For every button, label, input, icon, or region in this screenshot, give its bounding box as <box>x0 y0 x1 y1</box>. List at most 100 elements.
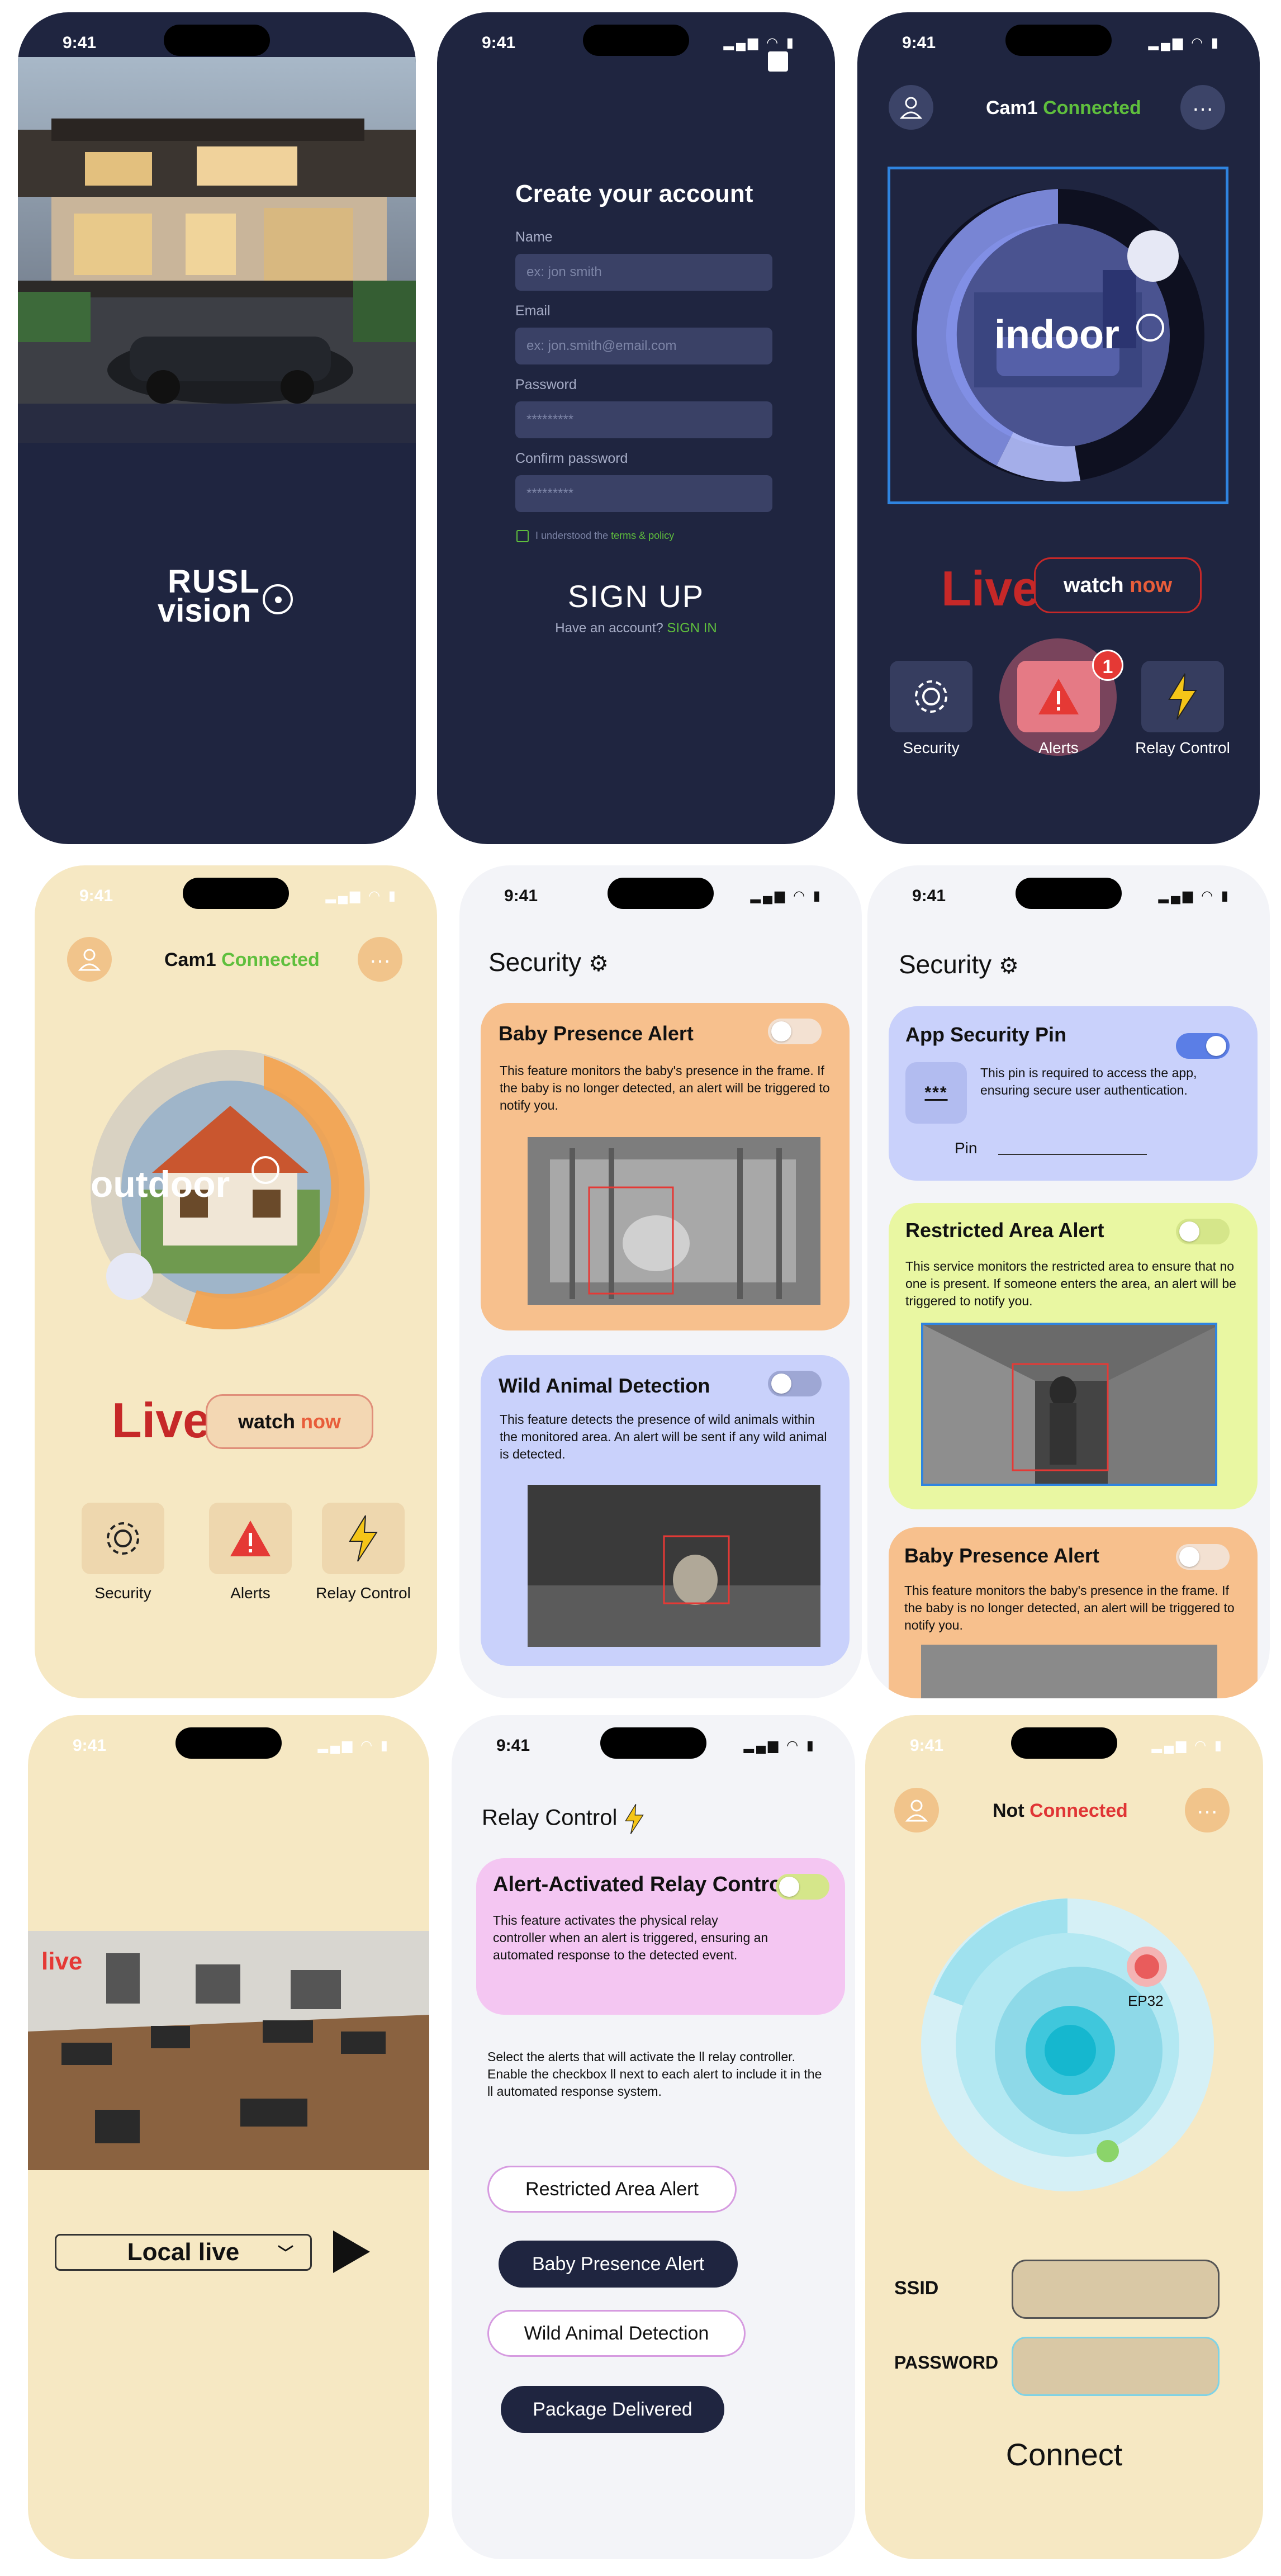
more-options-button[interactable]: … <box>358 937 402 982</box>
ssid-input[interactable] <box>1012 2260 1220 2319</box>
card-description: This feature monitors the baby's presenc… <box>904 1583 1235 1632</box>
baby-presence-toggle[interactable] <box>1176 1544 1230 1570</box>
security-pin-toggle[interactable] <box>1176 1033 1230 1059</box>
password-input[interactable] <box>1012 2337 1220 2396</box>
gear-icon: ⚙ <box>998 954 1019 978</box>
card-title: Restricted Area Alert <box>905 1219 1104 1242</box>
source-select[interactable]: Local live ﹀ <box>55 2234 312 2271</box>
terms-text: I understood the terms & policy <box>535 530 674 542</box>
baby-presence-toggle[interactable] <box>768 1019 822 1044</box>
relay-control-tab-label: Relay Control <box>316 1584 411 1602</box>
watch-now-button[interactable]: watch now <box>1034 557 1202 613</box>
alerts-tab-button[interactable] <box>1017 661 1100 732</box>
connect-button[interactable]: Connect <box>865 2436 1263 2473</box>
signup-button[interactable]: SIGN UP <box>437 578 835 614</box>
status-time: 9:41 <box>63 34 97 52</box>
device-radar: EP32 <box>900 1883 1230 2196</box>
alerts-tab-label: Alerts <box>230 1584 271 1602</box>
terms-link[interactable]: terms & policy <box>611 530 674 541</box>
live-label: Live <box>941 561 1040 616</box>
restricted-area-card: Restricted Area Alert This service monit… <box>889 1203 1258 1509</box>
card-title: Wild Animal Detection <box>499 1374 710 1397</box>
status-bar: 9:41 ▂▄▆ ◠ ▮ <box>28 1715 429 1777</box>
page-title: Relay Control <box>482 1803 646 1835</box>
option-wild-animal-detection[interactable]: Wild Animal Detection <box>487 2310 746 2357</box>
dynamic-island <box>600 1727 706 1759</box>
watch-now-button[interactable]: watch now <box>206 1394 373 1449</box>
security-tab-button[interactable] <box>890 661 972 732</box>
dynamic-island <box>1011 1727 1117 1759</box>
option-restricted-area-alert[interactable]: Restricted Area Alert <box>487 2166 737 2213</box>
connect-device-screen: 9:41 ▂▄▆ ◠ ▮ Not Connected … EP32 SSID P… <box>865 1715 1263 2559</box>
status-bar: 9:41 ▂▄▆ ◠ ▮ <box>459 865 862 927</box>
security-tab-button[interactable] <box>82 1503 164 1574</box>
now-text: now <box>301 1410 341 1433</box>
outdoor-camera-dial[interactable]: outdoor <box>68 1033 404 1346</box>
profile-button[interactable] <box>889 85 933 130</box>
chevron-down-icon: ﹀ <box>277 2244 293 2262</box>
gear-icon <box>107 1522 139 1555</box>
wild-animal-camera-image <box>528 1485 820 1647</box>
dynamic-island <box>608 878 714 909</box>
status-time: 9:41 <box>504 887 538 905</box>
user-icon <box>905 1800 928 1822</box>
baby-camera-image <box>528 1137 820 1305</box>
relay-control-toggle[interactable] <box>776 1874 829 1900</box>
more-options-button[interactable]: … <box>1180 85 1225 130</box>
signin-link[interactable]: SIGN IN <box>667 621 717 636</box>
user-icon <box>78 949 101 971</box>
live-camera-feed[interactable]: live <box>28 1931 429 2170</box>
name-input[interactable]: ex: jon smith <box>515 254 772 291</box>
play-button[interactable] <box>333 2231 370 2273</box>
signal-wifi-battery-icon: ▂▄▆ ◠ ▮ <box>317 1738 390 1753</box>
camera-status: Cam1 Connected <box>986 97 1141 119</box>
card-description: This feature activates the physical rela… <box>493 1913 768 1962</box>
confirm-password-input[interactable]: ********* <box>515 475 772 512</box>
option-package-delivered[interactable]: Package Delivered <box>501 2386 724 2433</box>
security-tab-label: Security <box>903 739 960 756</box>
relay-control-tab-button[interactable] <box>322 1503 405 1574</box>
pin-input[interactable] <box>998 1154 1147 1155</box>
option-baby-presence-alert[interactable]: Baby Presence Alert <box>499 2241 738 2288</box>
card-title: Alert-Activated Relay Control <box>493 1873 788 1896</box>
page-title: Security ⚙ <box>488 948 609 977</box>
camera-mode-label: indoor <box>994 312 1119 357</box>
profile-button[interactable] <box>894 1788 939 1832</box>
camera-view-frame[interactable]: indoor <box>888 167 1228 504</box>
signin-row: Have an account? SIGN IN <box>437 621 835 636</box>
card-description: This pin is required to access the app, … <box>980 1066 1197 1097</box>
terms-checkbox[interactable] <box>516 530 529 542</box>
more-icon: … <box>1192 91 1214 116</box>
relay-control-tab-button[interactable] <box>1141 661 1224 732</box>
security-screen-b: 9:41 ▂▄▆ ◠ ▮ Security ⚙ App Security Pin… <box>867 865 1270 1698</box>
alert-icon <box>230 1521 271 1556</box>
signup-screen: 9:41 ▂▄▆ ◠ ▮ Create your account Name ex… <box>437 12 835 844</box>
not-text: Not <box>993 1800 1024 1821</box>
password-input[interactable]: ********* <box>515 401 772 438</box>
email-input[interactable]: ex: jon.smith@email.com <box>515 328 772 364</box>
relay-instructions: Select the alerts that will activate the… <box>487 2049 822 2099</box>
pin-label: Pin <box>955 1139 978 1157</box>
card-title: Baby Presence Alert <box>499 1022 694 1045</box>
connection-status: Connected <box>221 949 320 970</box>
watch-text: watch <box>238 1410 296 1433</box>
connected-text: Connected <box>1029 1800 1128 1821</box>
wild-animal-card: Wild Animal Detection This feature detec… <box>481 1355 850 1666</box>
status-bar: 9:41 ▂▄▆ ◠ ▮ <box>865 1715 1263 1777</box>
status-bar: 9:41 ▂▄▆ ◠ ▮ <box>452 1715 855 1777</box>
card-title: App Security Pin <box>905 1023 1067 1046</box>
status-time: 9:41 <box>902 34 936 52</box>
more-options-button[interactable]: … <box>1185 1788 1230 1832</box>
signal-wifi-battery-icon: ▂▄▆ ◠ ▮ <box>750 888 823 903</box>
status-time: 9:41 <box>912 887 946 905</box>
live-label: Live <box>112 1393 211 1448</box>
app-logo: RUSL vision <box>158 563 303 630</box>
profile-button[interactable] <box>67 937 112 982</box>
wild-animal-toggle[interactable] <box>768 1371 822 1396</box>
logo-eye-icon <box>263 584 293 614</box>
alerts-tab-button[interactable] <box>209 1503 292 1574</box>
user-icon <box>899 97 923 119</box>
local-live-screen: 9:41 ▂▄▆ ◠ ▮ live Local live ﹀ <box>28 1715 429 2559</box>
restricted-area-toggle[interactable] <box>1176 1219 1230 1244</box>
lightning-icon <box>349 1515 378 1562</box>
